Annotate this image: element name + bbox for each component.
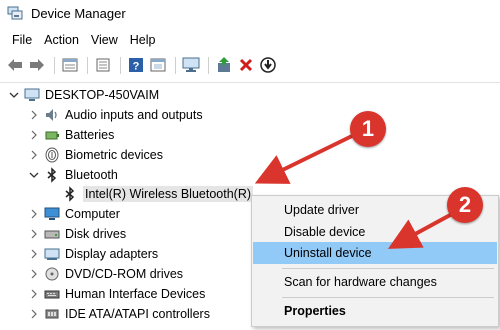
chevron-right-icon[interactable]: [28, 308, 40, 320]
menu-item-properties[interactable]: Properties: [253, 300, 497, 322]
expand-arrow-down-icon[interactable]: [8, 89, 20, 101]
chevron-right-icon[interactable]: [28, 149, 40, 161]
tree-category-biometric[interactable]: Biometric devices: [28, 145, 163, 165]
back-arrow-icon[interactable]: [5, 55, 25, 75]
chevron-right-icon[interactable]: [28, 228, 40, 240]
device-manager-icon: [7, 6, 23, 20]
uninstall-x-icon[interactable]: [236, 55, 256, 75]
chevron-right-icon[interactable]: [28, 248, 40, 260]
tree-root-label: DESKTOP-450VAIM: [45, 88, 160, 102]
tree-root[interactable]: DESKTOP-450VAIM: [8, 85, 159, 105]
help-icon[interactable]: ?: [126, 55, 146, 75]
tree-category-batteries[interactable]: Batteries: [28, 125, 114, 145]
list-view-icon[interactable]: [93, 55, 113, 75]
fingerprint-icon: [44, 147, 60, 163]
toolbar-separator: [208, 56, 209, 74]
tree-category-disk-drives[interactable]: Disk drives: [28, 224, 126, 244]
svg-text:?: ?: [133, 61, 140, 73]
bluetooth-icon: [62, 186, 78, 202]
tree-device-label: Intel(R) Wireless Bluetooth(R): [83, 186, 254, 202]
menu-bar: File Action View Help: [0, 27, 500, 53]
menu-divider: [282, 297, 494, 298]
menu-divider: [282, 268, 494, 269]
tree-category-label: Batteries: [65, 128, 115, 142]
computer-icon: [24, 87, 40, 103]
toolbar-separator: [87, 56, 88, 74]
tree-category-audio[interactable]: Audio inputs and outputs: [28, 105, 203, 125]
tree-device-intel-bluetooth[interactable]: Intel(R) Wireless Bluetooth(R): [62, 184, 254, 204]
display-adapter-icon: [44, 246, 60, 262]
speaker-icon: [44, 107, 60, 123]
toolbar-separator: [120, 56, 121, 74]
menu-action[interactable]: Action: [38, 30, 85, 50]
tree-category-computer[interactable]: Computer: [28, 204, 120, 224]
tree-category-label: Audio inputs and outputs: [65, 108, 203, 122]
toolbar-separator: [54, 56, 55, 74]
bluetooth-icon: [44, 167, 60, 183]
tree-category-label: Bluetooth: [65, 168, 118, 182]
chevron-right-icon[interactable]: [28, 288, 40, 300]
menu-help[interactable]: Help: [124, 30, 162, 50]
tree-category-label: Human Interface Devices: [65, 287, 206, 301]
chevron-right-icon[interactable]: [28, 109, 40, 121]
chevron-right-icon[interactable]: [28, 129, 40, 141]
tree-category-label: Biometric devices: [65, 148, 163, 162]
window-title: Device Manager: [31, 5, 126, 21]
annotation-badge-2: 2: [447, 187, 483, 223]
monitor-icon[interactable]: [181, 55, 201, 75]
tree-category-display-adapters[interactable]: Display adapters: [28, 244, 158, 264]
tree-category-human-interface-devices[interactable]: Human Interface Devices: [28, 284, 205, 304]
chevron-right-icon[interactable]: [28, 268, 40, 280]
download-icon[interactable]: [258, 55, 278, 75]
show-hidden-icon[interactable]: [148, 55, 168, 75]
update-driver-icon[interactable]: [214, 55, 234, 75]
menu-item-scan-hardware[interactable]: Scan for hardware changes: [253, 271, 497, 293]
menu-item-disable-device[interactable]: Disable device: [253, 221, 497, 243]
menu-file[interactable]: File: [6, 30, 38, 50]
properties-sheet-icon[interactable]: [60, 55, 80, 75]
annotation-badge-1: 1: [350, 111, 386, 147]
chevron-right-icon[interactable]: [28, 208, 40, 220]
tree-category-label: Display adapters: [65, 247, 159, 261]
tree-category-label: Disk drives: [65, 227, 127, 241]
menu-item-uninstall-device[interactable]: Uninstall device: [253, 242, 497, 264]
forward-arrow-icon[interactable]: [27, 55, 47, 75]
toolbar-separator: [175, 56, 176, 74]
tree-category-label: DVD/CD-ROM drives: [65, 267, 184, 281]
battery-icon: [44, 127, 60, 143]
tree-category-label: Computer: [65, 207, 120, 221]
hid-keyboard-icon: [44, 286, 60, 302]
tree-category-label: IDE ATA/ATAPI controllers: [65, 307, 210, 321]
tree-category-dvd-cdrom[interactable]: DVD/CD-ROM drives: [28, 264, 183, 284]
tree-category-ide-ata-atapi[interactable]: IDE ATA/ATAPI controllers: [28, 304, 210, 324]
ide-controller-icon: [44, 306, 60, 322]
toolbar: ?: [0, 54, 500, 76]
computer-icon: [44, 206, 60, 222]
title-bar: Device Manager: [0, 0, 500, 26]
tree-category-bluetooth[interactable]: Bluetooth: [28, 165, 118, 185]
dvd-drive-icon: [44, 266, 60, 282]
disk-drive-icon: [44, 226, 60, 242]
chevron-down-icon[interactable]: [28, 169, 40, 181]
menu-view[interactable]: View: [85, 30, 124, 50]
